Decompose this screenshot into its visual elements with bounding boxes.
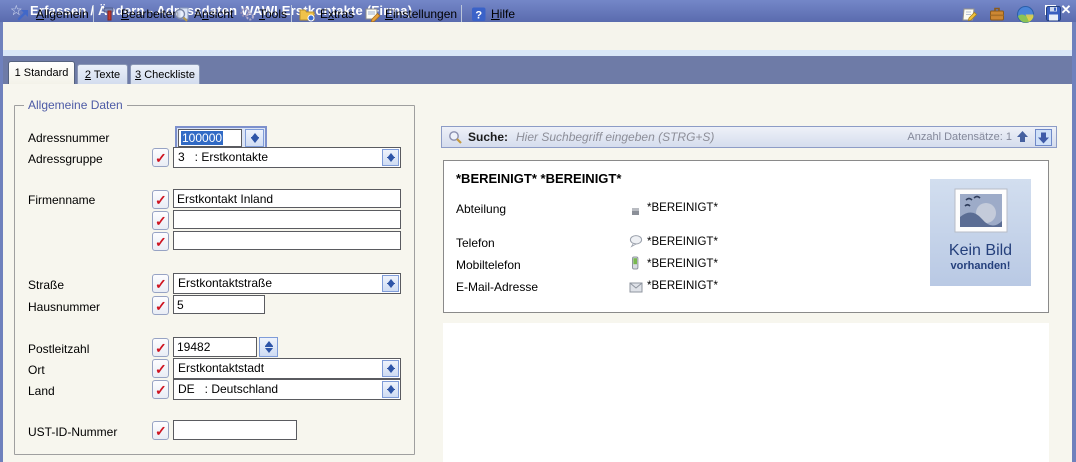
check-icon-land[interactable]: [152, 380, 169, 399]
menu-separator: [93, 5, 94, 22]
land-label: Land: [28, 384, 55, 398]
ust-id-input[interactable]: [173, 420, 297, 440]
tab-checkliste[interactable]: 3 Checkliste: [130, 64, 200, 84]
application-window: ☆ Erfassen / Ändern - Adressdaten WAWI E…: [0, 0, 1076, 462]
search-bar[interactable]: Suche: Hier Suchbegriff eingeben (STRG+S…: [441, 126, 1057, 148]
menu-separator: [291, 5, 292, 22]
picture-icon: [952, 187, 1010, 235]
no-image-text-line1: Kein Bild: [930, 242, 1031, 260]
no-image-text-line2: vorhanden!: [930, 260, 1031, 272]
bullet-icon: [629, 204, 641, 222]
check-icon-strasse[interactable]: [152, 274, 169, 293]
arrow-up-icon[interactable]: [1015, 129, 1032, 146]
record-count-label: Anzahl Datensätze: 1: [907, 131, 1012, 143]
record-header: *BEREINIGT* *BEREINIGT*: [456, 171, 621, 186]
check-icon-firmenname[interactable]: [152, 190, 169, 209]
menu-item-ansicht[interactable]: Ansicht: [170, 4, 236, 24]
land-spinner[interactable]: [382, 381, 399, 398]
arrow-down-icon[interactable]: [1035, 129, 1052, 146]
firmenname-input-2[interactable]: [173, 210, 401, 229]
folder-icon: [299, 6, 316, 22]
tab-standard[interactable]: 1 Standard: [8, 61, 75, 84]
adressnummer-spinner[interactable]: [245, 129, 264, 147]
menu-item-allgemein[interactable]: Allgemein: [13, 4, 92, 24]
email-label: E-Mail-Adresse: [456, 280, 538, 294]
mobiltelefon-value: *BEREINIGT*: [647, 258, 718, 270]
telefon-label: Telefon: [456, 236, 495, 250]
mobiltelefon-label: Mobiltelefon: [456, 258, 521, 272]
check-icon-firmenname2[interactable]: [152, 211, 169, 230]
adressnummer-label: Adressnummer: [28, 131, 109, 145]
envelope-icon: [629, 280, 643, 298]
groupbox-title: Allgemeine Daten: [24, 98, 127, 112]
briefcase-icon[interactable]: [988, 5, 1006, 28]
tab-texte[interactable]: 2 Texte: [77, 64, 128, 84]
ort-field[interactable]: Erstkontaktstadt: [173, 358, 401, 379]
postleitzahl-input[interactable]: [173, 337, 257, 357]
ort-spinner[interactable]: [382, 360, 399, 377]
search-placeholder: Hier Suchbegriff eingeben (STRG+S): [516, 130, 714, 144]
adressgruppe-spinner[interactable]: [382, 149, 399, 166]
globe-icon[interactable]: [1016, 5, 1035, 29]
help-icon: ?: [471, 6, 487, 22]
check-icon-adressgruppe[interactable]: [152, 148, 169, 167]
land-field[interactable]: DE : Deutschland: [173, 379, 401, 400]
firmenname-label: Firmenname: [28, 193, 95, 207]
postleitzahl-spinner[interactable]: [259, 337, 278, 357]
window-border-right: [1072, 22, 1076, 462]
postleitzahl-label: Postleitzahl: [28, 342, 89, 356]
email-value: *BEREINIGT*: [647, 280, 718, 292]
telefon-value: *BEREINIGT*: [647, 236, 718, 248]
menu-item-tools[interactable]: Tools: [236, 4, 290, 24]
strasse-field[interactable]: Erstkontaktstraße: [173, 273, 401, 294]
magnifier-document-icon: [173, 6, 190, 22]
speech-bubble-icon: [629, 234, 643, 253]
check-icon-ort[interactable]: [152, 359, 169, 378]
no-image-placeholder[interactable]: Kein Bild vorhanden!: [930, 179, 1031, 286]
mobile-phone-icon: [629, 256, 641, 275]
hausnummer-input[interactable]: [173, 295, 265, 314]
menu-item-extras[interactable]: Extras: [296, 4, 357, 24]
adressnummer-value: 100000: [181, 131, 223, 145]
ort-label: Ort: [28, 363, 45, 377]
check-icon-hausnummer[interactable]: [152, 296, 169, 315]
empty-list-panel: [443, 323, 1049, 462]
strasse-label: Straße: [28, 278, 64, 292]
svg-text:?: ?: [475, 10, 482, 22]
check-icon-ust-id[interactable]: [152, 421, 169, 440]
menu-separator: [461, 5, 462, 22]
adressgruppe-field[interactable]: 3 : Erstkontakte: [173, 147, 401, 168]
adressgruppe-label: Adressgruppe: [28, 152, 103, 166]
magnifier-icon: [448, 130, 463, 145]
window-border-left: [0, 22, 3, 462]
hausnummer-label: Hausnummer: [28, 300, 100, 314]
menu-bar: [3, 22, 1072, 50]
abteilung-value: *BEREINIGT*: [647, 202, 718, 214]
save-floppy-icon[interactable]: [1045, 5, 1062, 27]
ust-id-label: UST-ID-Nummer: [28, 425, 117, 439]
menu-item-einstellungen[interactable]: Einstellungen: [361, 4, 460, 24]
check-icon-firmenname3[interactable]: [152, 232, 169, 251]
strasse-spinner[interactable]: [382, 275, 399, 292]
firmenname-input[interactable]: [173, 189, 401, 208]
arrow-northeast-icon: [16, 6, 32, 22]
settings-form-icon: [364, 6, 381, 22]
gears-icon: [239, 6, 255, 22]
check-icon-postleitzahl[interactable]: [152, 338, 169, 357]
firmenname-input-3[interactable]: [173, 231, 401, 250]
search-label: Suche:: [468, 130, 508, 144]
hammer-icon: [101, 6, 117, 22]
menu-item-hilfe[interactable]: ? Hilfe: [468, 4, 518, 24]
note-pencil-icon[interactable]: [960, 5, 978, 28]
abteilung-label: Abteilung: [456, 202, 506, 216]
